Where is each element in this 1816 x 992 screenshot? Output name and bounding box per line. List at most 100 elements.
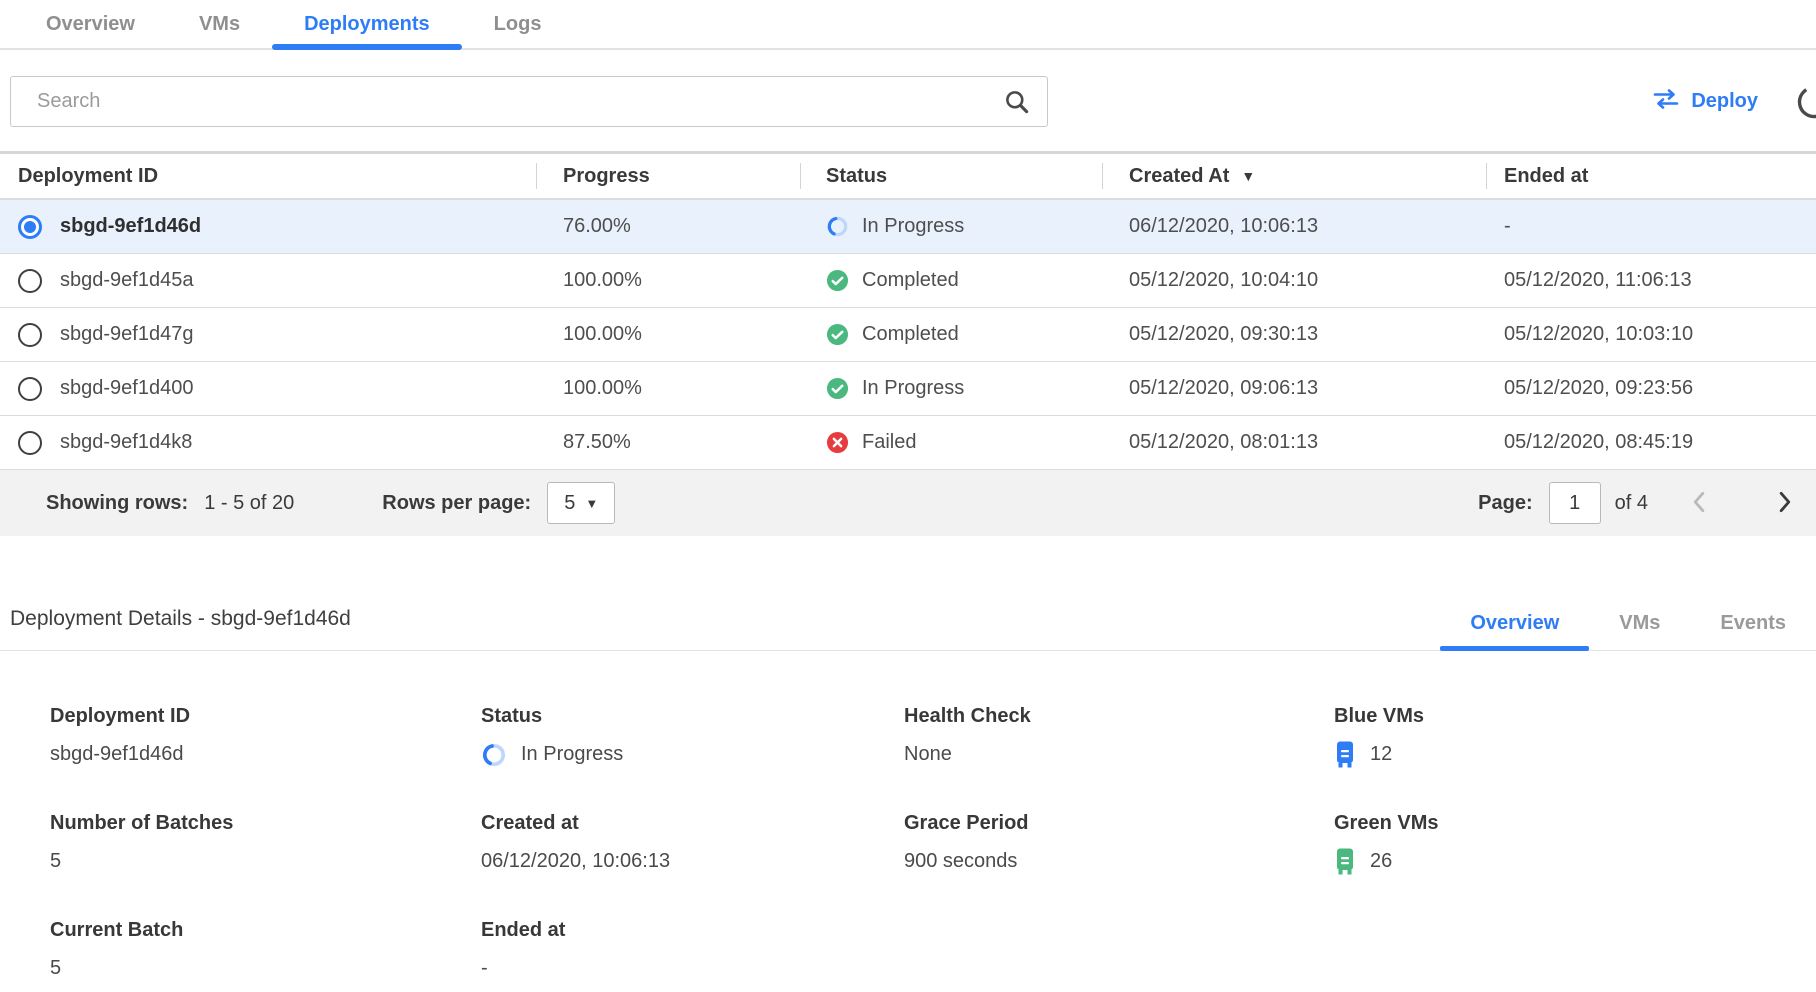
table-row[interactable]: sbgd-9ef1d47g 100.00% Completed 05/12/20… bbox=[0, 308, 1816, 362]
main-tab-bar: Overview VMs Deployments Logs bbox=[0, 0, 1816, 50]
deployments-table: Deployment ID Progress Status Created At… bbox=[0, 151, 1816, 536]
page-number-input[interactable] bbox=[1549, 482, 1601, 524]
dropdown-caret-icon: ▼ bbox=[585, 496, 598, 511]
deployment-id-cell: sbgd-9ef1d46d bbox=[60, 215, 201, 238]
field-label: Green VMs bbox=[1334, 812, 1816, 835]
field-current-batch: Current Batch 5 bbox=[50, 919, 481, 982]
details-grid: Deployment ID sbgd-9ef1d46d Status In Pr… bbox=[0, 651, 1816, 982]
field-health-check: Health Check None bbox=[904, 705, 1334, 768]
row-radio-selected[interactable] bbox=[18, 215, 42, 239]
field-value: - bbox=[481, 957, 488, 980]
field-number-of-batches: Number of Batches 5 bbox=[50, 812, 481, 875]
details-tab-vms[interactable]: VMs bbox=[1589, 600, 1690, 650]
vm-green-icon bbox=[1334, 848, 1356, 875]
field-label: Ended at bbox=[481, 919, 904, 942]
field-value: 12 bbox=[1370, 743, 1392, 766]
showing-rows-label: Showing rows: bbox=[46, 492, 188, 515]
x-circle-icon bbox=[826, 431, 849, 454]
vm-blue-icon bbox=[1334, 741, 1356, 768]
refresh-icon[interactable] bbox=[1796, 84, 1816, 125]
check-circle-icon bbox=[826, 323, 849, 346]
deploy-button-label: Deploy bbox=[1691, 90, 1758, 113]
check-circle-icon bbox=[826, 269, 849, 292]
table-header-row: Deployment ID Progress Status Created At… bbox=[0, 151, 1816, 200]
tab-vms[interactable]: VMs bbox=[167, 1, 272, 48]
column-header-label: Created At bbox=[1129, 165, 1229, 188]
search-input[interactable] bbox=[10, 76, 1048, 127]
created-at-cell: 05/12/2020, 09:30:13 bbox=[1102, 323, 1486, 346]
table-row[interactable]: sbgd-9ef1d46d 76.00% In Progress 06/12/2… bbox=[0, 200, 1816, 254]
field-label: Grace Period bbox=[904, 812, 1334, 835]
table-pagination-bar: Showing rows: 1 - 5 of 20 Rows per page:… bbox=[0, 470, 1816, 536]
field-value: In Progress bbox=[521, 743, 623, 766]
details-header: Deployment Details - sbgd-9ef1d46d Overv… bbox=[0, 590, 1816, 651]
created-at-cell: 05/12/2020, 09:06:13 bbox=[1102, 377, 1486, 400]
column-header-deployment-id[interactable]: Deployment ID bbox=[0, 154, 536, 198]
tab-deployments[interactable]: Deployments bbox=[272, 1, 462, 48]
details-tab-bar: Overview VMs Events bbox=[1440, 600, 1816, 650]
field-value: None bbox=[904, 743, 952, 766]
progress-cell: 100.00% bbox=[536, 323, 800, 346]
next-page-button[interactable] bbox=[1773, 485, 1798, 522]
status-cell: In Progress bbox=[862, 215, 964, 238]
status-cell: Completed bbox=[862, 269, 959, 292]
check-circle-icon bbox=[826, 377, 849, 400]
deployment-id-cell: sbgd-9ef1d400 bbox=[60, 377, 193, 400]
ended-at-cell: 05/12/2020, 11:06:13 bbox=[1486, 269, 1816, 292]
field-value: 5 bbox=[50, 957, 61, 980]
ended-at-cell: 05/12/2020, 10:03:10 bbox=[1486, 323, 1816, 346]
spinner-icon bbox=[481, 742, 507, 768]
created-at-cell: 06/12/2020, 10:06:13 bbox=[1102, 215, 1486, 238]
details-tab-overview[interactable]: Overview bbox=[1440, 600, 1589, 650]
field-created-at: Created at 06/12/2020, 10:06:13 bbox=[481, 812, 904, 875]
column-header-progress[interactable]: Progress bbox=[536, 154, 800, 198]
progress-cell: 76.00% bbox=[536, 215, 800, 238]
field-label: Created at bbox=[481, 812, 904, 835]
deploy-button[interactable]: Deploy bbox=[1652, 89, 1758, 115]
deployment-id-cell: sbgd-9ef1d45a bbox=[60, 269, 193, 292]
field-value: 06/12/2020, 10:06:13 bbox=[481, 850, 670, 873]
sort-desc-icon[interactable]: ▼ bbox=[1241, 168, 1255, 184]
field-deployment-id: Deployment ID sbgd-9ef1d46d bbox=[50, 705, 481, 768]
field-label: Deployment ID bbox=[50, 705, 481, 728]
field-value: 26 bbox=[1370, 850, 1392, 873]
created-at-cell: 05/12/2020, 10:04:10 bbox=[1102, 269, 1486, 292]
field-label: Health Check bbox=[904, 705, 1334, 728]
rows-per-page-select[interactable]: 5 ▼ bbox=[547, 482, 615, 524]
table-row[interactable]: sbgd-9ef1d400 100.00% In Progress 05/12/… bbox=[0, 362, 1816, 416]
column-header-label: Status bbox=[826, 165, 887, 188]
tab-overview[interactable]: Overview bbox=[14, 1, 167, 48]
rows-per-page-value: 5 bbox=[564, 492, 575, 515]
tab-logs[interactable]: Logs bbox=[462, 1, 574, 48]
toolbar: Deploy bbox=[0, 76, 1816, 127]
ended-at-cell: 05/12/2020, 08:45:19 bbox=[1486, 431, 1816, 454]
row-radio[interactable] bbox=[18, 431, 42, 455]
table-row[interactable]: sbgd-9ef1d4k8 87.50% Failed 05/12/2020, … bbox=[0, 416, 1816, 470]
field-label: Blue VMs bbox=[1334, 705, 1816, 728]
status-cell: Completed bbox=[862, 323, 959, 346]
field-blue-vms: Blue VMs 12 bbox=[1334, 705, 1816, 768]
field-label: Current Batch bbox=[50, 919, 481, 942]
showing-rows-value: 1 - 5 of 20 bbox=[204, 492, 294, 515]
field-ended-at: Ended at - bbox=[481, 919, 904, 982]
column-header-ended-at[interactable]: Ended at bbox=[1486, 154, 1816, 198]
status-cell: Failed bbox=[862, 431, 916, 454]
field-green-vms: Green VMs 26 bbox=[1334, 812, 1816, 875]
field-grace-period: Grace Period 900 seconds bbox=[904, 812, 1334, 875]
row-radio[interactable] bbox=[18, 269, 42, 293]
row-radio[interactable] bbox=[18, 377, 42, 401]
field-value: 900 seconds bbox=[904, 850, 1017, 873]
row-radio[interactable] bbox=[18, 323, 42, 347]
column-header-status[interactable]: Status bbox=[800, 154, 1102, 198]
column-header-label: Progress bbox=[563, 165, 650, 188]
table-row[interactable]: sbgd-9ef1d45a 100.00% Completed 05/12/20… bbox=[0, 254, 1816, 308]
status-cell: In Progress bbox=[862, 377, 964, 400]
ended-at-cell: - bbox=[1486, 215, 1816, 238]
details-tab-events[interactable]: Events bbox=[1690, 600, 1816, 650]
progress-cell: 100.00% bbox=[536, 269, 800, 292]
previous-page-button[interactable] bbox=[1686, 485, 1711, 522]
column-header-created-at[interactable]: Created At ▼ bbox=[1102, 154, 1486, 198]
column-header-label: Deployment ID bbox=[18, 165, 158, 188]
swap-arrows-icon bbox=[1652, 89, 1680, 115]
progress-cell: 87.50% bbox=[536, 431, 800, 454]
